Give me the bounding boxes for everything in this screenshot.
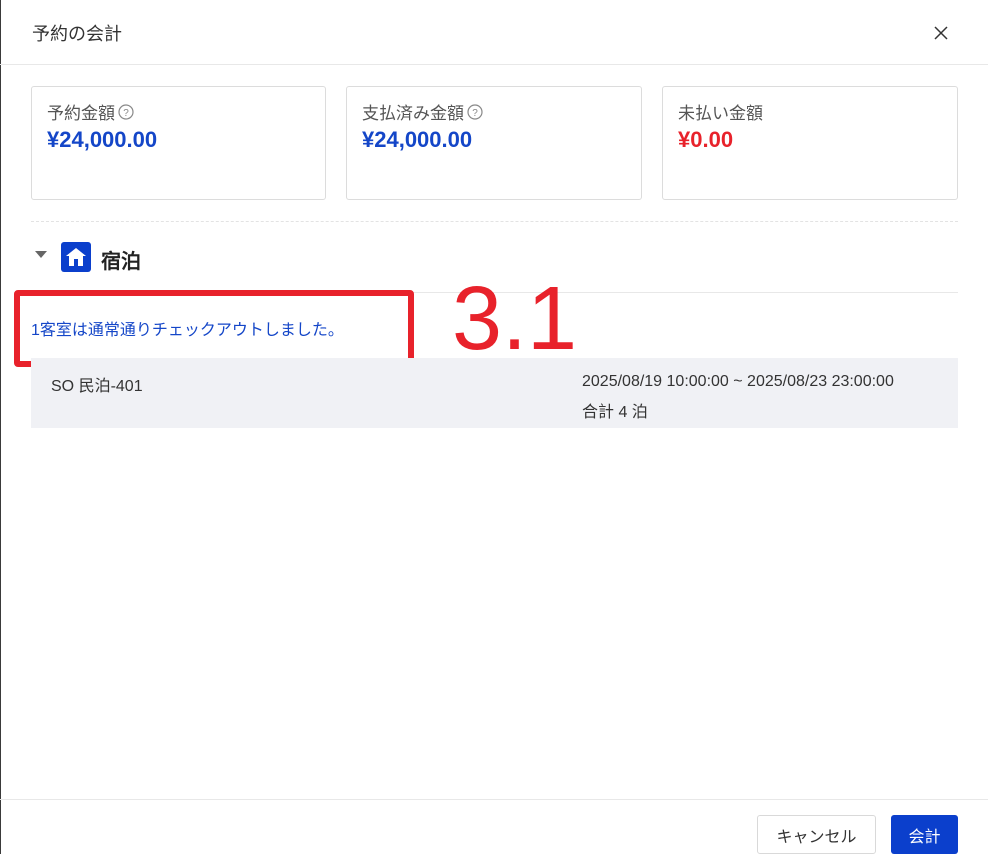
reserved-amount-value: ¥24,000.00 [47, 127, 158, 152]
lodging-section-header: 宿泊 [31, 241, 231, 273]
lodging-title: 宿泊 [101, 251, 141, 273]
annotation-number: 3.1 [452, 269, 578, 369]
room-nights: 合計 4 泊 [582, 404, 648, 421]
close-icon [934, 26, 948, 40]
svg-text:?: ? [123, 108, 129, 119]
house-icon [61, 242, 91, 272]
question-circle-icon[interactable]: ? [118, 103, 134, 120]
reserved-amount-label: 予約金額 [47, 104, 115, 123]
cancel-button[interactable]: キャンセル [757, 815, 876, 854]
room-name: SO 民泊-401 [51, 378, 143, 395]
caret-down-icon[interactable] [35, 251, 47, 259]
annotation-highlight-box [14, 290, 414, 367]
unpaid-amount-value: ¥0.00 [678, 127, 734, 152]
close-button[interactable] [926, 18, 956, 48]
reserved-amount-card: 予約金額 ? ¥24,000.00 [31, 86, 326, 200]
paid-amount-label: 支払済み金額 [362, 104, 464, 123]
room-dates: 2025/08/19 10:00:00 ~ 2025/08/23 23:00:0… [582, 373, 894, 390]
divider [31, 221, 958, 222]
dialog-title: 予約の会計 [32, 24, 122, 44]
pay-button[interactable]: 会計 [891, 815, 958, 854]
dialog-header: 予約の会計 [0, 0, 988, 65]
unpaid-amount-label: 未払い金額 [678, 104, 763, 123]
paid-amount-value: ¥24,000.00 [362, 127, 473, 152]
room-row: SO 民泊-401 2025/08/19 10:00:00 ~ 2025/08/… [31, 358, 958, 428]
svg-text:?: ? [472, 108, 478, 119]
question-circle-icon[interactable]: ? [467, 103, 483, 120]
footer-divider [0, 799, 988, 800]
window-edge [0, 0, 1, 854]
paid-amount-card: 支払済み金額 ? ¥24,000.00 [346, 86, 642, 200]
unpaid-amount-card: 未払い金額 ¥0.00 [662, 86, 958, 200]
